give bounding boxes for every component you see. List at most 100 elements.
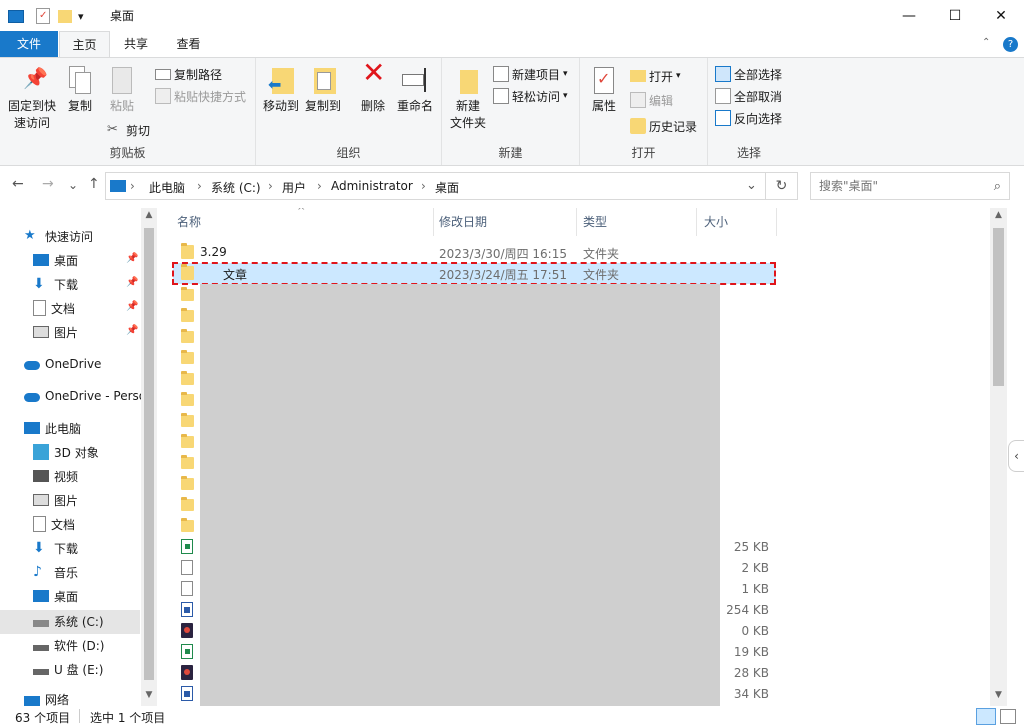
breadcrumb-administrator[interactable]: Administrator <box>331 179 413 193</box>
open-button[interactable]: 打开 ▾ <box>630 66 681 86</box>
move-to-button[interactable]: ⬅ 移动到 <box>261 64 301 115</box>
forward-button[interactable]: → <box>42 176 54 196</box>
spreadsheet-file-icon[interactable] <box>181 539 193 554</box>
column-header-size[interactable]: 大小 <box>697 208 777 236</box>
delete-button[interactable]: ✕ 删除 <box>355 59 391 115</box>
breadcrumb-separator[interactable]: › <box>130 179 135 193</box>
column-header-type[interactable]: 类型 <box>577 208 697 236</box>
nav-pictures[interactable]: 图片 <box>33 489 78 511</box>
cut-button[interactable]: ✂ 剪切 <box>107 120 150 140</box>
close-button[interactable]: ✕ <box>978 0 1024 31</box>
folder-icon[interactable] <box>181 476 194 490</box>
folder-icon[interactable] <box>181 287 194 301</box>
folder-icon[interactable] <box>181 455 194 469</box>
select-all-button[interactable]: 全部选择 <box>715 64 782 84</box>
scrollbar-thumb[interactable] <box>144 228 154 680</box>
large-icons-view-button[interactable] <box>1000 709 1016 724</box>
breadcrumb-separator[interactable]: › <box>421 179 426 193</box>
folder-icon[interactable] <box>181 308 194 322</box>
file-list-scrollbar[interactable]: ▲ ▼ <box>990 208 1007 706</box>
image-file-icon[interactable] <box>181 623 193 638</box>
nav-quick-pictures[interactable]: 图片 <box>33 321 78 343</box>
breadcrumb-separator[interactable]: › <box>268 179 273 193</box>
address-history-dropdown[interactable]: ⌄ <box>746 178 757 193</box>
tab-share[interactable]: 共享 <box>111 31 161 57</box>
pinned-icon[interactable]: 📌 <box>126 253 138 264</box>
search-icon[interactable]: ⌕ <box>994 179 1001 194</box>
details-view-button[interactable] <box>976 708 996 725</box>
nav-quick-downloads[interactable]: ⬇ 下载 <box>33 273 78 295</box>
edit-button[interactable]: 编辑 <box>630 90 673 110</box>
maximize-button[interactable]: ☐ <box>932 0 978 31</box>
refresh-button[interactable]: ↻ <box>766 172 798 200</box>
text-file-icon[interactable] <box>181 581 193 596</box>
paste-button[interactable]: 粘贴 <box>102 64 142 115</box>
word-file-icon[interactable] <box>181 686 193 701</box>
search-input[interactable] <box>811 173 981 199</box>
nav-quick-documents[interactable]: 文档 <box>33 297 75 319</box>
collapse-ribbon-icon[interactable]: ⌃ <box>982 37 990 48</box>
breadcrumb-desktop[interactable]: 桌面 <box>435 179 459 196</box>
new-folder-button[interactable]: 新建 文件夹 <box>448 64 488 132</box>
recent-locations-button[interactable]: ⌄ <box>68 178 78 198</box>
up-button[interactable]: ↑ <box>88 176 100 196</box>
pinned-icon[interactable]: 📌 <box>126 301 138 312</box>
address-bar[interactable]: › 此电脑 › 系统 (C:) › 用户 › Administrator › 桌… <box>105 172 766 200</box>
folder-icon[interactable] <box>181 329 194 343</box>
column-header-modified[interactable]: 修改日期 <box>434 208 577 236</box>
nav-downloads[interactable]: ⬇ 下载 <box>33 537 78 559</box>
nav-3d-objects[interactable]: 3D 对象 <box>33 441 99 463</box>
nav-music[interactable]: ♪ 音乐 <box>33 561 78 583</box>
text-file-icon[interactable] <box>181 560 193 575</box>
tab-file[interactable]: 文件 <box>0 31 58 57</box>
preview-pane-toggle[interactable]: ‹ <box>1008 440 1024 472</box>
copy-to-button[interactable]: 复制到 <box>303 64 343 115</box>
nav-onedrive-personal[interactable]: OneDrive - Perso <box>24 385 146 407</box>
pinned-icon[interactable]: 📌 <box>126 325 138 336</box>
invert-selection-button[interactable]: 反向选择 <box>715 108 782 128</box>
copy-button[interactable]: 复制 <box>62 64 98 115</box>
nav-usb-e[interactable]: U 盘 (E:) <box>33 658 103 680</box>
scroll-up-arrow[interactable]: ▲ <box>990 210 1007 220</box>
folder-icon[interactable] <box>181 518 194 532</box>
easy-access-button[interactable]: 轻松访问 ▾ <box>493 86 568 106</box>
tab-home[interactable]: 主页 <box>59 31 110 58</box>
image-file-icon[interactable] <box>181 665 193 680</box>
nav-software-d[interactable]: 软件 (D:) <box>33 634 104 656</box>
spreadsheet-file-icon[interactable] <box>181 644 193 659</box>
scrollbar-thumb[interactable] <box>993 228 1004 386</box>
nav-documents[interactable]: 文档 <box>33 513 75 535</box>
scroll-up-arrow[interactable]: ▲ <box>141 210 157 220</box>
nav-quick-desktop[interactable]: 桌面 <box>33 249 78 271</box>
back-button[interactable]: ← <box>12 176 24 196</box>
scroll-down-arrow[interactable]: ▼ <box>990 690 1007 700</box>
copy-path-button[interactable]: 复制路径 <box>155 64 222 84</box>
nav-quick-access[interactable]: ★ 快速访问 <box>24 225 93 247</box>
properties-button[interactable]: ✓ 属性 <box>586 64 622 115</box>
history-button[interactable]: 历史记录 <box>630 116 697 136</box>
column-header-name[interactable]: 名称 <box>157 208 434 236</box>
folder-icon[interactable] <box>181 350 194 364</box>
breadcrumb-separator[interactable]: › <box>317 179 322 193</box>
rename-button[interactable]: 重命名 <box>394 64 436 115</box>
select-none-button[interactable]: 全部取消 <box>715 86 782 106</box>
properties-quick-icon[interactable]: ✓ <box>36 8 50 24</box>
pin-to-quick-access-button[interactable]: 📌 固定到快 速访问 <box>4 64 60 132</box>
file-row[interactable]: 3.29 2023/3/30/周四 16:15 文件夹 <box>173 242 773 263</box>
nav-system-c[interactable]: 系统 (C:) <box>33 610 104 632</box>
folder-icon[interactable] <box>181 371 194 385</box>
breadcrumb-this-pc[interactable]: 此电脑 <box>149 179 185 196</box>
folder-icon[interactable] <box>181 413 194 427</box>
folder-icon[interactable] <box>181 434 194 448</box>
breadcrumb-users[interactable]: 用户 <box>282 179 306 196</box>
nav-onedrive[interactable]: OneDrive <box>24 353 101 375</box>
new-item-button[interactable]: 新建项目 ▾ <box>493 64 568 84</box>
navigation-scrollbar[interactable]: ▲ ▼ <box>141 208 157 706</box>
paste-shortcut-button[interactable]: 粘贴快捷方式 <box>155 86 246 106</box>
customize-toolbar-dropdown[interactable]: ▾ <box>78 10 84 23</box>
scroll-down-arrow[interactable]: ▼ <box>141 690 157 700</box>
word-file-icon[interactable] <box>181 602 193 617</box>
minimize-button[interactable]: — <box>886 0 932 31</box>
nav-videos[interactable]: 视频 <box>33 465 78 487</box>
new-folder-quick-icon[interactable] <box>58 9 72 23</box>
